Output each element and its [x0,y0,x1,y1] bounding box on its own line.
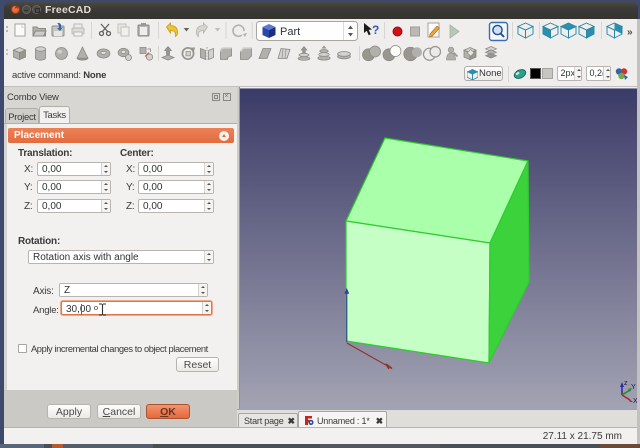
svg-text:z: z [624,380,628,387]
svg-text:»: » [627,27,633,38]
svg-text:Y: Y [631,384,636,391]
svg-text:Part: Part [280,26,300,38]
svg-text:?: ? [372,23,379,37]
